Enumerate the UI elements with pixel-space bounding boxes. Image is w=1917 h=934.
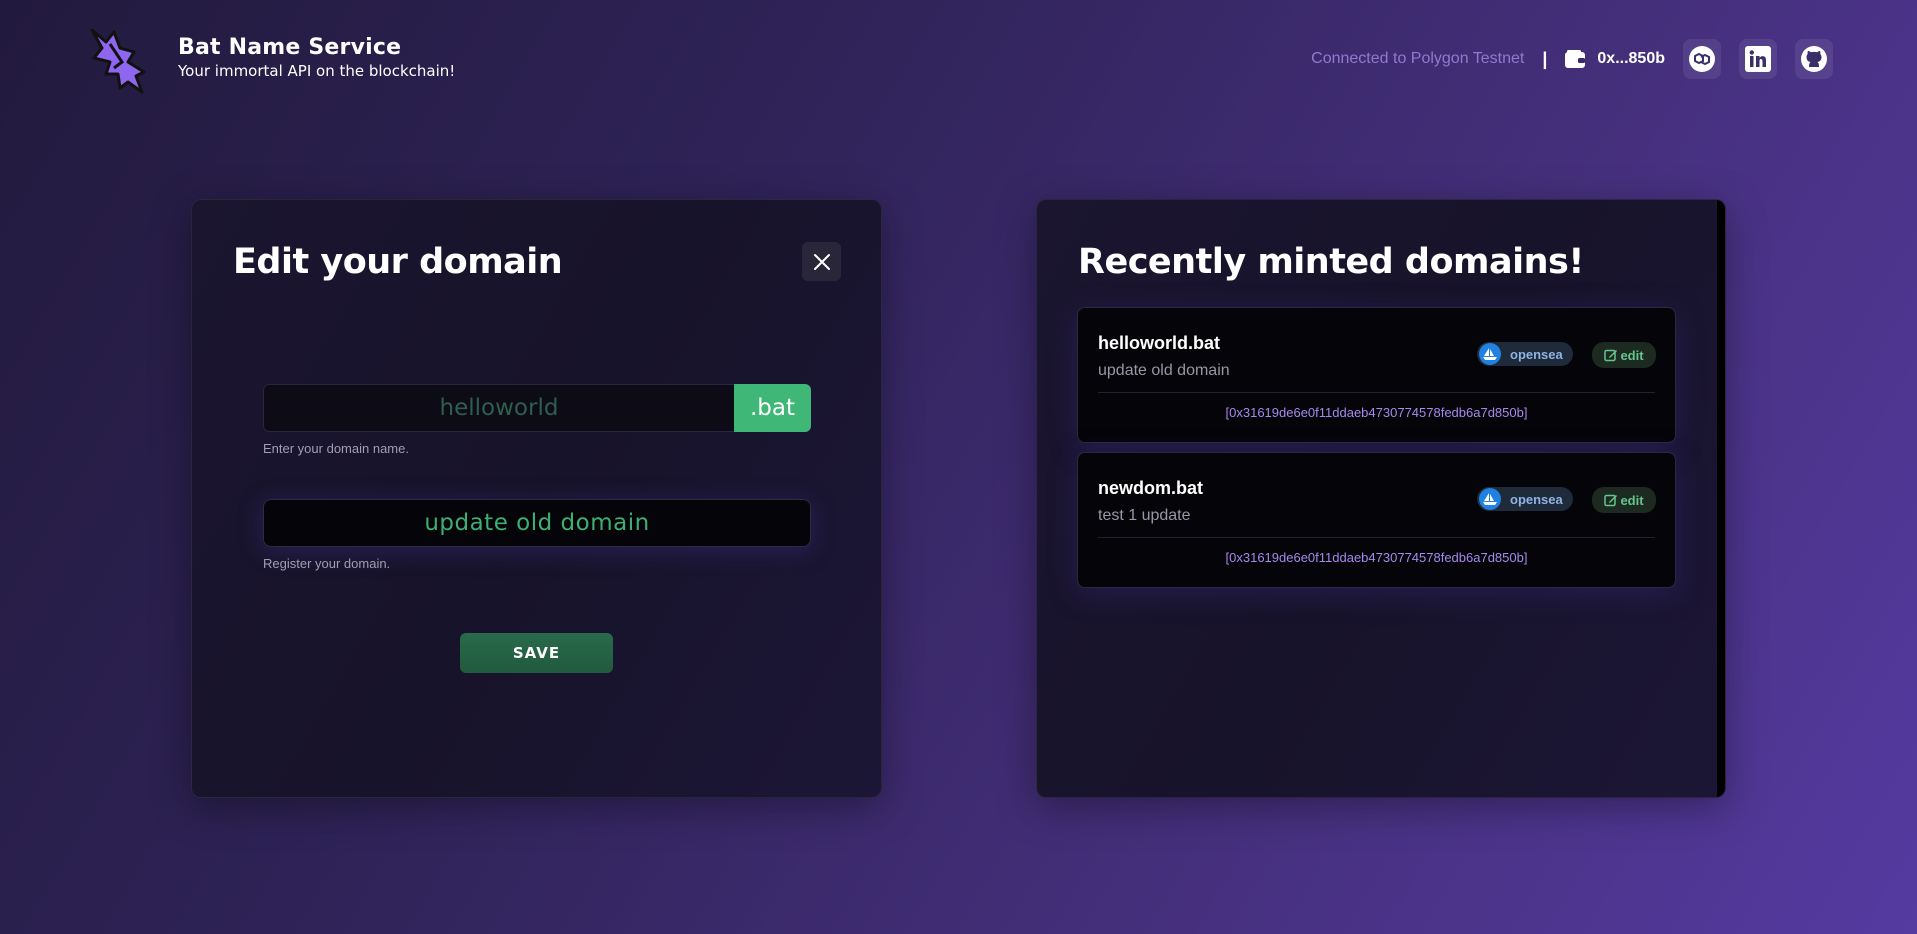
close-icon bbox=[813, 253, 830, 270]
wallet-icon bbox=[1565, 50, 1586, 68]
domain-help-text: Enter your domain name. bbox=[263, 441, 409, 456]
opensea-icon bbox=[1479, 343, 1501, 365]
linkedin-link[interactable] bbox=[1739, 39, 1777, 79]
edit-button[interactable]: edit bbox=[1592, 342, 1656, 368]
recent-domains-card: Recently minted domains! helloworld.bat … bbox=[1036, 199, 1726, 798]
separator: | bbox=[1542, 48, 1548, 69]
domain-record: update old domain bbox=[1098, 362, 1230, 379]
app-subtitle: Your immortal API on the blockchain! bbox=[178, 62, 456, 80]
edit-label: edit bbox=[1620, 492, 1644, 508]
domain-record: test 1 update bbox=[1098, 507, 1191, 524]
edit-card-title: Edit your domain bbox=[233, 242, 563, 282]
opensea-link[interactable]: opensea bbox=[1477, 342, 1573, 366]
edit-icon bbox=[1604, 494, 1618, 507]
edit-label: edit bbox=[1620, 347, 1644, 363]
close-button[interactable] bbox=[802, 242, 841, 281]
opensea-link[interactable]: opensea bbox=[1477, 487, 1573, 511]
domain-name: helloworld.bat bbox=[1098, 333, 1221, 353]
bat-logo-icon bbox=[90, 28, 146, 94]
topbar: Connected to Polygon Testnet | 0x...850b bbox=[1311, 39, 1833, 79]
github-link[interactable] bbox=[1795, 39, 1833, 79]
edit-button[interactable]: edit bbox=[1592, 487, 1656, 513]
domain-name-input[interactable]: helloworld bbox=[263, 384, 734, 432]
linkedin-icon bbox=[1745, 46, 1771, 72]
opensea-label: opensea bbox=[1510, 346, 1563, 362]
owner-address[interactable]: [0x31619de6e0f11ddaeb4730774578fedb6a7d8… bbox=[1078, 550, 1675, 565]
record-help-text: Register your domain. bbox=[263, 556, 391, 571]
divider bbox=[1098, 537, 1655, 538]
edit-domain-card: Edit your domain helloworld .bat Enter y… bbox=[191, 199, 882, 798]
network-status: Connected to Polygon Testnet bbox=[1311, 50, 1525, 67]
domain-name: newdom.bat bbox=[1098, 478, 1204, 498]
opensea-label: opensea bbox=[1510, 491, 1563, 507]
recent-card-title: Recently minted domains! bbox=[1078, 242, 1584, 282]
polygon-link[interactable] bbox=[1683, 39, 1721, 79]
opensea-icon bbox=[1479, 488, 1501, 510]
list-item: helloworld.bat update old domain opensea… bbox=[1077, 307, 1676, 443]
owner-address[interactable]: [0x31619de6e0f11ddaeb4730774578fedb6a7d8… bbox=[1078, 405, 1675, 420]
github-icon bbox=[1801, 46, 1827, 72]
record-input[interactable]: update old domain bbox=[263, 499, 811, 547]
wallet-address: 0x...850b bbox=[1597, 50, 1665, 67]
domain-input-group: helloworld .bat bbox=[263, 384, 811, 432]
save-button[interactable]: SAVE bbox=[460, 633, 613, 673]
edit-icon bbox=[1604, 349, 1618, 362]
polygon-icon bbox=[1689, 46, 1715, 72]
divider bbox=[1098, 392, 1655, 393]
scrollbar[interactable] bbox=[1717, 200, 1725, 797]
brand: Bat Name Service Your immortal API on th… bbox=[84, 22, 455, 94]
app-title: Bat Name Service bbox=[178, 35, 402, 60]
list-item: newdom.bat test 1 update opensea edit [0… bbox=[1077, 452, 1676, 588]
wallet[interactable]: 0x...850b bbox=[1565, 50, 1665, 68]
domain-suffix: .bat bbox=[734, 384, 811, 432]
